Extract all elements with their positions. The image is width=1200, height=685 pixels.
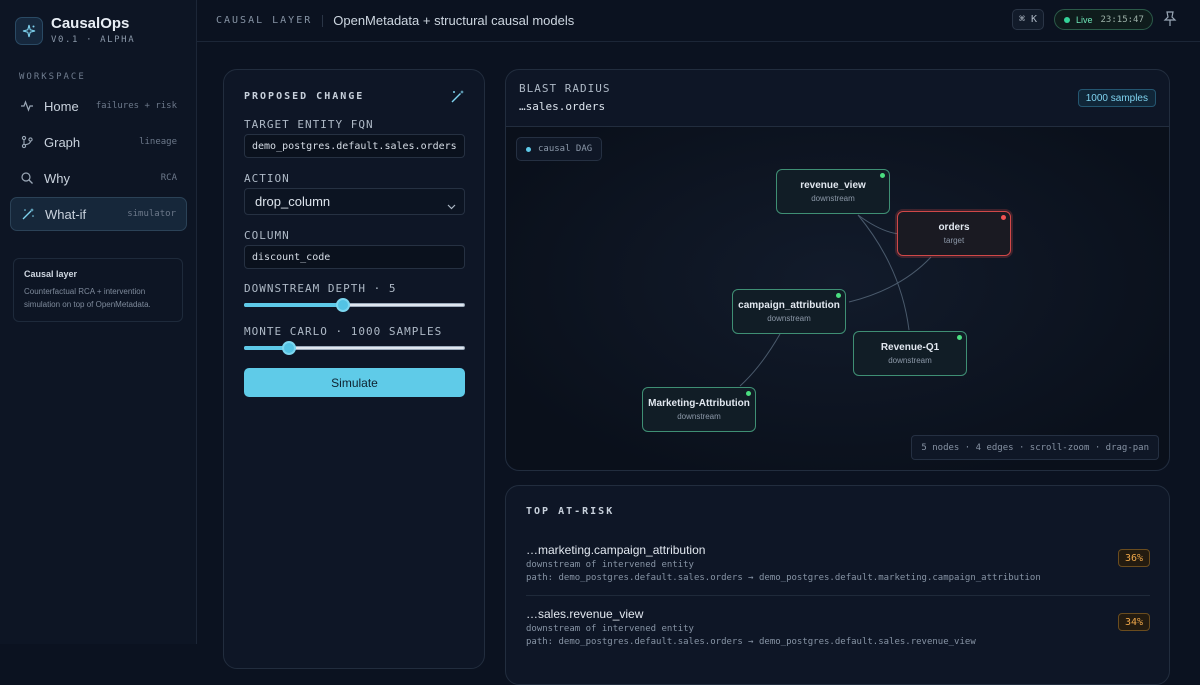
target-entity-label: TARGET ENTITY FQN bbox=[244, 118, 374, 131]
slider-thumb[interactable] bbox=[336, 298, 350, 312]
live-status-badge[interactable]: Live 23:15:47 bbox=[1054, 9, 1153, 30]
proposed-change-panel: PROPOSED CHANGE TARGET ENTITY FQN demo_p… bbox=[223, 69, 485, 669]
list-item[interactable]: …marketing.campaign_attribution downstre… bbox=[526, 543, 1150, 583]
dag-node-marketing-attribution[interactable]: Marketing-Attribution downstream bbox=[642, 387, 756, 432]
node-name: orders bbox=[938, 222, 970, 233]
node-role: target bbox=[943, 236, 965, 245]
node-name: Revenue-Q1 bbox=[880, 342, 940, 353]
node-name: Marketing-Attribution bbox=[648, 398, 750, 409]
node-role: downstream bbox=[767, 314, 811, 323]
breadcrumb: CAUSAL LAYER bbox=[216, 15, 313, 26]
dag-indicator-dot bbox=[526, 146, 531, 152]
blast-radius-label: BLAST RADIUS bbox=[519, 82, 611, 95]
pulse-icon bbox=[20, 99, 34, 113]
sidebar-item-hint: failures + risk bbox=[95, 101, 177, 111]
brand[interactable]: CausalOps V0.1 · ALPHA bbox=[15, 16, 135, 45]
panel-title: PROPOSED CHANGE bbox=[244, 91, 365, 102]
risk-entity-path: path: demo_postgres.default.sales.orders… bbox=[526, 573, 1041, 583]
risk-percentage-badge: 34% bbox=[1117, 613, 1150, 631]
sidebar-item-what-if[interactable]: What-if simulator bbox=[10, 197, 187, 231]
live-indicator-dot bbox=[1064, 16, 1070, 23]
dag-chip-label: causal DAG bbox=[538, 144, 593, 154]
node-role: downstream bbox=[811, 194, 855, 203]
sidebar-item-label: Graph bbox=[44, 134, 81, 150]
samples-badge: 1000 samples bbox=[1077, 89, 1156, 107]
dag-node-orders[interactable]: orders target bbox=[897, 211, 1011, 256]
column-field[interactable]: discount_code bbox=[244, 245, 465, 269]
sidebar-item-hint: lineage bbox=[139, 137, 177, 147]
pin-icon[interactable] bbox=[1163, 11, 1177, 27]
sidebar: CausalOps V0.1 · ALPHA WORKSPACE Home fa… bbox=[0, 0, 197, 644]
node-name: revenue_view bbox=[800, 180, 866, 191]
workspace-label: WORKSPACE bbox=[19, 72, 86, 82]
risk-entity-relation: downstream of intervened entity bbox=[526, 624, 694, 634]
sidebar-item-hint: RCA bbox=[160, 173, 177, 183]
brand-version: V0.1 · ALPHA bbox=[51, 35, 136, 45]
slider-fill bbox=[244, 303, 343, 307]
sidebar-item-label: Why bbox=[44, 170, 70, 186]
command-palette-shortcut[interactable]: ⌘ K bbox=[1012, 9, 1045, 30]
risk-entity-name: …sales.revenue_view bbox=[526, 607, 644, 621]
action-label: ACTION bbox=[244, 172, 290, 185]
search-icon bbox=[20, 171, 34, 185]
sidebar-item-hint: simulator bbox=[127, 209, 176, 219]
node-name: campaign_attribution bbox=[738, 300, 840, 311]
column-label: COLUMN bbox=[244, 229, 290, 242]
causal-layer-info: Causal layer Counterfactual RCA + interv… bbox=[13, 258, 183, 322]
dag-edge bbox=[739, 333, 781, 387]
node-status-dot bbox=[1001, 215, 1006, 220]
node-status-dot bbox=[746, 391, 751, 396]
panel-title: TOP AT-RISK bbox=[526, 506, 615, 517]
node-status-dot bbox=[957, 335, 962, 340]
info-title: Causal layer bbox=[24, 269, 78, 279]
risk-entity-path: path: demo_postgres.default.sales.orders… bbox=[526, 637, 976, 647]
breadcrumb-divider bbox=[322, 14, 324, 27]
sparkle-logo-icon bbox=[15, 16, 43, 45]
sidebar-item-label: What-if bbox=[45, 206, 87, 222]
node-role: downstream bbox=[888, 356, 932, 365]
live-label: Live bbox=[1076, 14, 1093, 25]
downstream-depth-slider[interactable] bbox=[244, 298, 465, 312]
slider-thumb[interactable] bbox=[282, 341, 297, 355]
branch-icon bbox=[20, 135, 34, 149]
dag-node-revenue-view[interactable]: revenue_view downstream bbox=[776, 169, 890, 214]
divider bbox=[526, 595, 1150, 596]
info-body: Counterfactual RCA + intervention simula… bbox=[24, 287, 151, 309]
causal-dag-chip: causal DAG bbox=[516, 137, 603, 161]
sidebar-item-why[interactable]: Why RCA bbox=[10, 161, 187, 195]
target-entity-field[interactable]: demo_postgres.default.sales.orders bbox=[244, 134, 465, 158]
node-role: downstream bbox=[677, 412, 721, 421]
node-status-dot bbox=[836, 293, 841, 298]
sidebar-item-graph[interactable]: Graph lineage bbox=[10, 125, 187, 159]
page-title: OpenMetadata + structural causal models bbox=[333, 13, 575, 28]
causal-dag-canvas[interactable]: causal DAG revenue_view downstream order… bbox=[506, 126, 1169, 470]
chevron-down-icon bbox=[447, 198, 456, 213]
sidebar-item-label: Home bbox=[44, 98, 79, 114]
sidebar-item-home[interactable]: Home failures + risk bbox=[10, 89, 187, 123]
blast-radius-panel: BLAST RADIUS …sales.orders 1000 samples … bbox=[505, 69, 1170, 471]
brand-name: CausalOps bbox=[51, 15, 130, 32]
blast-radius-entity: …sales.orders bbox=[519, 100, 606, 113]
dag-edge bbox=[857, 214, 900, 235]
risk-percentage-badge: 36% bbox=[1117, 549, 1150, 567]
monte-carlo-label: MONTE CARLO · 1000 SAMPLES bbox=[244, 325, 443, 338]
downstream-depth-label: DOWNSTREAM DEPTH · 5 bbox=[244, 282, 397, 295]
action-select[interactable]: drop_column bbox=[244, 188, 465, 215]
magic-wand-icon[interactable] bbox=[450, 89, 465, 109]
list-item[interactable]: …sales.revenue_view downstream of interv… bbox=[526, 607, 1150, 647]
top-at-risk-panel: TOP AT-RISK …marketing.campaign_attribut… bbox=[505, 485, 1170, 685]
monte-carlo-slider[interactable] bbox=[244, 341, 465, 355]
graph-stats-footer: 5 nodes · 4 edges · scroll-zoom · drag-p… bbox=[911, 435, 1159, 460]
dag-node-campaign-attribution[interactable]: campaign_attribution downstream bbox=[732, 289, 846, 334]
risk-entity-name: …marketing.campaign_attribution bbox=[526, 543, 706, 557]
live-clock: 23:15:47 bbox=[1100, 14, 1144, 25]
dag-node-revenue-q1[interactable]: Revenue-Q1 downstream bbox=[853, 331, 967, 376]
wand-icon bbox=[21, 207, 35, 221]
top-bar: CAUSAL LAYER OpenMetadata + structural c… bbox=[197, 0, 1200, 42]
simulate-button[interactable]: Simulate bbox=[244, 368, 465, 397]
node-status-dot bbox=[880, 173, 885, 178]
action-select-value: drop_column bbox=[255, 194, 331, 209]
risk-entity-relation: downstream of intervened entity bbox=[526, 560, 694, 570]
